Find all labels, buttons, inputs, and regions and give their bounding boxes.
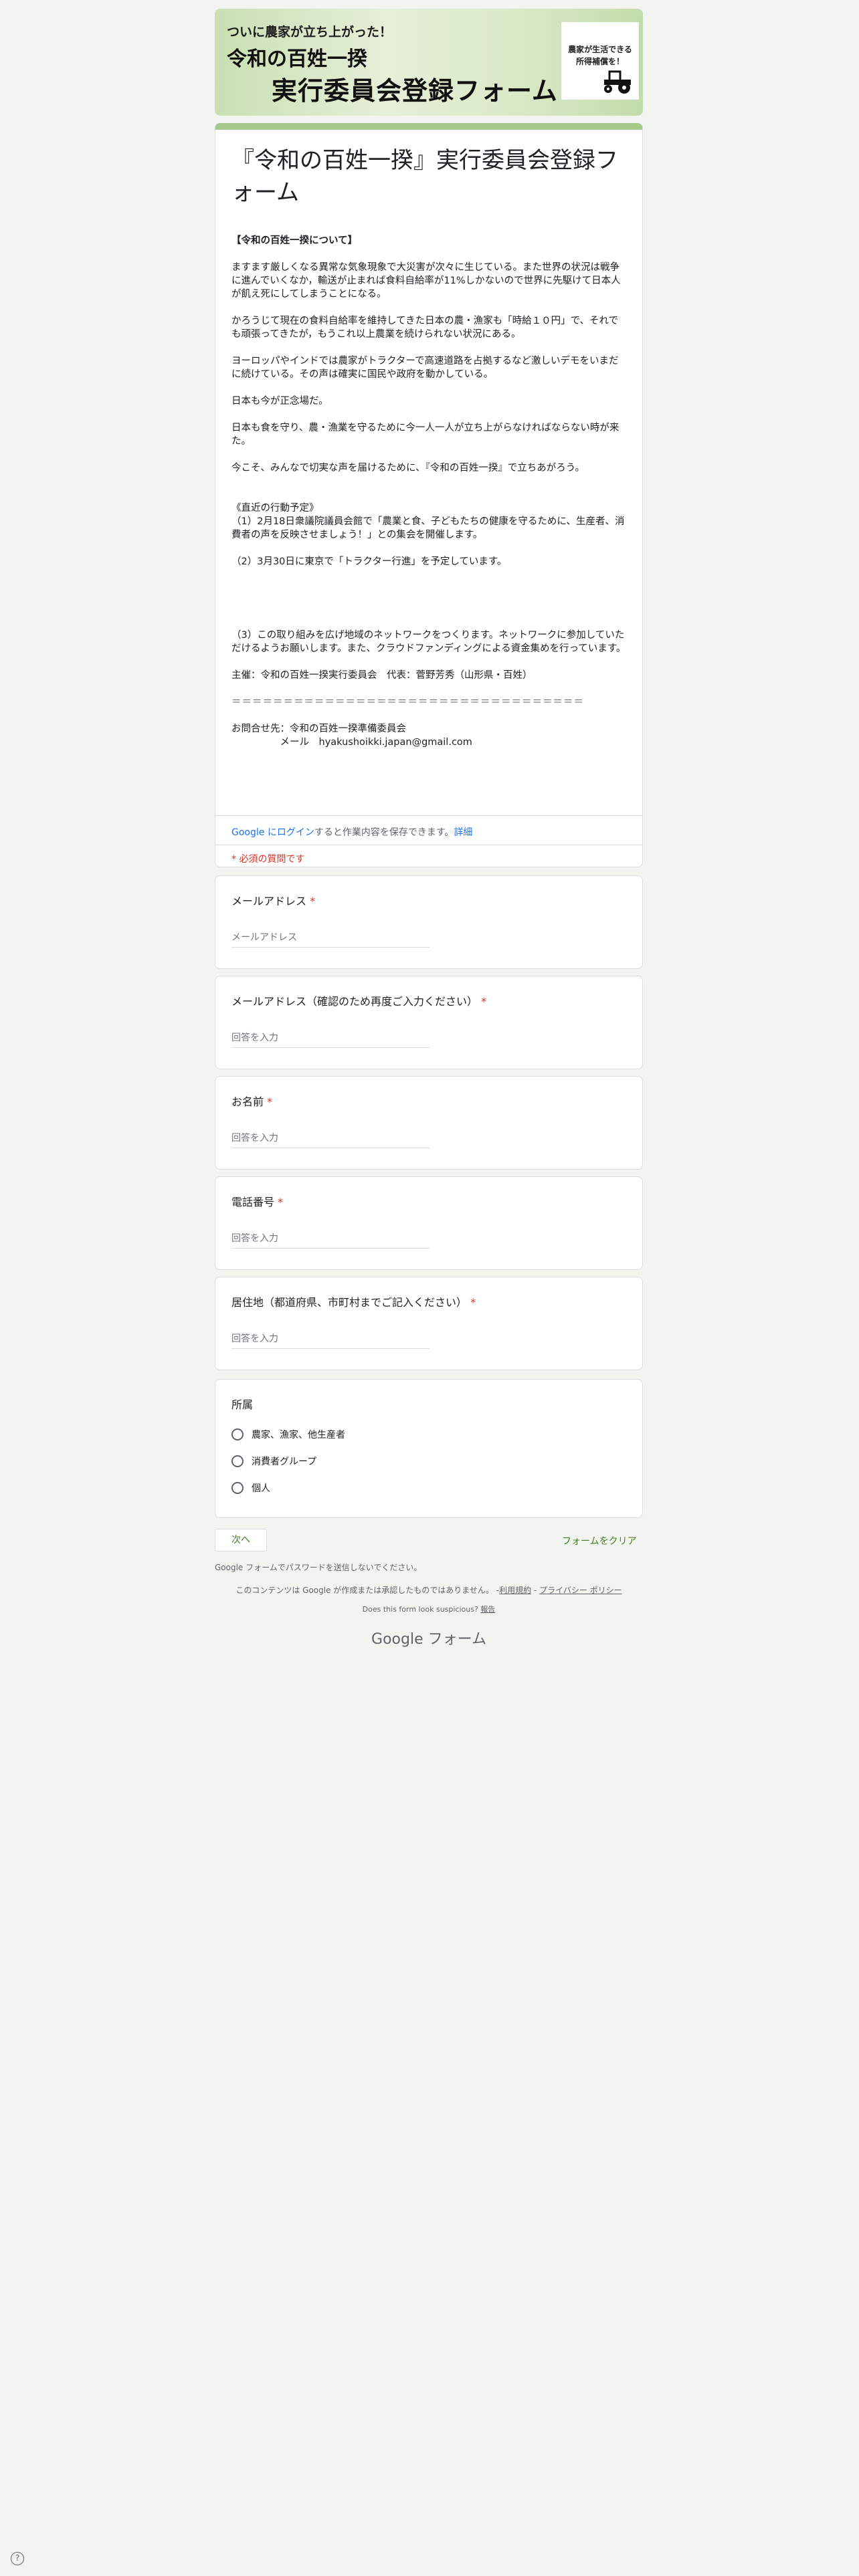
question-label: お名前 * [231, 1095, 273, 1108]
radio-label: 消費者グループ [252, 1457, 317, 1467]
question-label: 居住地（都道府県、市町村までご記入ください） * [231, 1296, 476, 1309]
question-phone: 電話番号 * [215, 1176, 643, 1270]
question-name: お名前 * [215, 1076, 643, 1170]
description-paragraph: ますます厳しくなる異常な気象現象で大災害が次々に生じている。また世界の状況は戦争… [231, 262, 621, 300]
required-star: * [470, 1296, 476, 1309]
banner-line-3: 実行委員会登録フォーム [272, 76, 558, 106]
header-banner: ついに農家が立ち上がった！ 令和の百姓一揆 実行委員会登録フォーム 農家が生活で… [215, 9, 643, 116]
organizer: 主催：令和の百姓一揆実行委員会 代表：菅野芳秀（山形県・百姓） [231, 670, 533, 681]
signin-link[interactable]: Google にログイン [231, 827, 314, 838]
question-email: メールアドレス * [215, 875, 643, 969]
required-star: * [278, 1196, 284, 1208]
radio-label: 個人 [252, 1483, 270, 1494]
phone-input[interactable] [231, 1229, 430, 1249]
radio-option[interactable]: 農家、漁家、他生産者 [231, 1426, 345, 1442]
banner-badge: 農家が生活できる所得補償を！ [561, 22, 639, 100]
form-title: 『令和の百姓一揆』実行委員会登録フォーム [231, 147, 618, 206]
question-label: メールアドレス * [231, 895, 316, 907]
form-description: 【令和の百姓一揆について】 ますます厳しくなる異常な気象現象で大災害が次々に生じ… [231, 234, 628, 749]
banner-line-2: 令和の百姓一揆 [227, 47, 367, 71]
help-icon[interactable]: ? [11, 2552, 24, 2565]
report-link[interactable]: 報告 [480, 1605, 495, 1614]
divider [215, 815, 642, 816]
schedule-item: （3）この取り組みを広げ地域のネットワークをつくります。ネットワークに参加してい… [231, 630, 626, 654]
signin-text: すると作業内容を保存できます。 [314, 827, 454, 838]
banner-line-1: ついに農家が立ち上がった！ [227, 25, 393, 39]
question-affiliation: 所属 農家、漁家、他生産者 消費者グループ 個人 [215, 1379, 643, 1518]
residence-input[interactable] [231, 1329, 430, 1349]
clear-form-button[interactable]: フォームをクリア [562, 1534, 637, 1547]
required-star: * [310, 895, 316, 907]
radio-button[interactable] [231, 1428, 244, 1440]
next-button[interactable]: 次へ [215, 1529, 267, 1551]
description-paragraph: 日本も食を守り、農・漁業を守るために今一人一人が立ち上がらなければならない時が来… [231, 423, 619, 447]
badge-text: 農家が生活できる所得補償を！ [568, 45, 632, 66]
required-star: * [267, 1095, 273, 1108]
description-paragraph: 日本も今が正念場だ。 [231, 396, 328, 407]
contact-mail: メール hyakushoikki.japan@gmail.com [231, 737, 472, 748]
description-paragraph: 今こそ、みんなで切実な声を届けるために、『令和の百姓一揆』で立ちあがろう。 [231, 463, 585, 473]
contact: お問合せ先：令和の百姓一揆準備委員会 [231, 724, 406, 734]
radio-button[interactable] [231, 1482, 244, 1494]
description-paragraph: ヨーロッパやインドでは農家がトラクターで高速道路を占拠するなど激しいデモをいまだ… [231, 356, 619, 380]
required-star: * [481, 995, 487, 1008]
schedule-item: （2）3月30日に東京で「トラクター行進」を予定しています。 [231, 556, 507, 567]
disclaimer: このコンテンツは Google が作成または承認したものではありません。 -利用… [235, 1586, 622, 1595]
radio-option[interactable]: 個人 [231, 1480, 270, 1496]
description-heading: 【令和の百姓一揆について】 [231, 235, 358, 246]
radio-button[interactable] [231, 1455, 244, 1467]
tractor-icon [604, 70, 631, 94]
details-link[interactable]: 詳細 [454, 827, 472, 838]
separator: ＝＝＝＝＝＝＝＝＝＝＝＝＝＝＝＝＝＝＝＝＝＝＝＝＝＝＝＝＝＝＝＝＝＝ [231, 697, 584, 708]
radio-label: 農家、漁家、他生産者 [252, 1430, 345, 1440]
required-note: * 必須の質問です [231, 854, 305, 865]
email-input[interactable] [231, 928, 430, 948]
schedule-item: （1）2月18日衆議院議員会館で「農業と食、子どもたちの健康を守るために、生産者… [231, 516, 625, 540]
question-label: 電話番号 * [231, 1196, 284, 1208]
question-label: メールアドレス（確認のため再度ご入力ください） * [231, 995, 487, 1008]
privacy-link[interactable]: プライバシー ポリシー [539, 1586, 622, 1595]
form-description-card: 『令和の百姓一揆』実行委員会登録フォーム 【令和の百姓一揆について】 ますます厳… [215, 123, 643, 867]
email-confirm-input[interactable] [231, 1029, 430, 1048]
question-label: 所属 [231, 1398, 254, 1411]
schedule-heading: 《直近の行動予定》 [231, 503, 319, 514]
terms-link[interactable]: 利用規約 [499, 1586, 531, 1595]
radio-option[interactable]: 消費者グループ [231, 1453, 316, 1469]
password-warning: Google フォームでパスワードを送信しないでください。 [215, 1563, 422, 1572]
google-forms-logo[interactable]: Google フォーム [215, 1627, 643, 1648]
signin-note: Google にログインすると作業内容を保存できます。詳細 [231, 825, 472, 839]
name-input[interactable] [231, 1129, 430, 1148]
suspicious-note: Does this form look suspicious? 報告 [362, 1605, 496, 1614]
description-paragraph: かろうじて現在の食料自給率を維持してきた日本の農・漁家も「時給１０円」で、それで… [231, 316, 619, 340]
question-residence: 居住地（都道府県、市町村までご記入ください） * [215, 1277, 643, 1370]
question-email-confirm: メールアドレス（確認のため再度ご入力ください） * [215, 976, 643, 1069]
